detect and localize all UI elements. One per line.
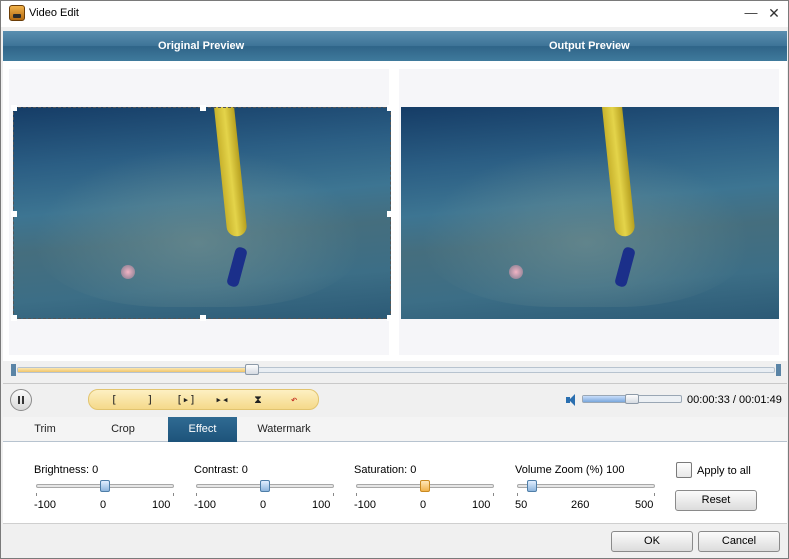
timeline-slider[interactable] bbox=[11, 364, 781, 376]
reset-button[interactable]: Reset bbox=[675, 490, 757, 511]
saturation-thumb[interactable] bbox=[420, 480, 430, 492]
edit-toolbar: [ ] [▸] ▸◂ ⧗ ↶ bbox=[88, 389, 319, 410]
volume-zoom-value: 100 bbox=[606, 464, 625, 476]
time-display: 00:00:33 / 00:01:49 bbox=[687, 394, 782, 406]
video-scene-flare bbox=[121, 265, 135, 279]
tab-crop[interactable]: Crop bbox=[93, 417, 153, 442]
apply-to-all-checkbox[interactable] bbox=[676, 462, 692, 478]
saturation-label: Saturation: 0 bbox=[354, 464, 416, 476]
brightness-label: Brightness: 0 bbox=[34, 464, 98, 476]
saturation-label-text: Saturation: bbox=[354, 464, 408, 476]
output-preview-label: Output Preview bbox=[549, 40, 630, 52]
merge-icon[interactable]: ⧗ bbox=[247, 392, 269, 408]
volume-zoom-thumb[interactable] bbox=[527, 480, 537, 492]
divider bbox=[3, 383, 787, 384]
pause-button[interactable] bbox=[10, 389, 32, 411]
apply-to-all-label[interactable]: Apply to all bbox=[697, 465, 751, 477]
saturation-control: Saturation: 0 -100 0 100 bbox=[354, 442, 504, 522]
ok-button[interactable]: OK bbox=[611, 531, 693, 552]
minimize-button[interactable]: — bbox=[741, 4, 761, 22]
original-video-frame bbox=[13, 107, 391, 319]
set-start-icon[interactable]: [ bbox=[103, 392, 125, 408]
preview-area bbox=[3, 61, 787, 361]
timeline-start-marker[interactable] bbox=[11, 364, 16, 376]
contrast-min: -100 bbox=[194, 499, 217, 511]
volume-thumb[interactable] bbox=[625, 394, 639, 404]
contrast-control: Contrast: 0 -100 0 100 bbox=[194, 442, 344, 522]
play-segment-icon[interactable]: [▸] bbox=[175, 392, 197, 408]
saturation-mid: 0 bbox=[420, 499, 427, 511]
timeline-track[interactable] bbox=[17, 367, 775, 373]
volume-zoom-label: Volume Zoom (%) 100 bbox=[515, 464, 624, 476]
contrast-max: 100 bbox=[312, 499, 331, 511]
volume-zoom-mid: 260 bbox=[571, 499, 590, 511]
video-scene-flare bbox=[509, 265, 523, 279]
brightness-thumb[interactable] bbox=[100, 480, 110, 492]
timeline-end-marker[interactable] bbox=[776, 364, 781, 376]
brightness-max: 100 bbox=[152, 499, 171, 511]
brightness-label-text: Brightness: bbox=[34, 464, 90, 476]
original-preview-label: Original Preview bbox=[158, 40, 245, 52]
contrast-slider[interactable] bbox=[196, 480, 334, 492]
undo-icon[interactable]: ↶ bbox=[283, 392, 305, 408]
volume-zoom-max: 500 bbox=[635, 499, 654, 511]
volume-zoom-label-text: Volume Zoom (%) bbox=[515, 464, 604, 476]
timeline-thumb[interactable] bbox=[245, 364, 259, 375]
contrast-thumb[interactable] bbox=[260, 480, 270, 492]
cancel-button[interactable]: Cancel bbox=[698, 531, 780, 552]
app-icon bbox=[9, 5, 25, 21]
contrast-mid: 0 bbox=[260, 499, 267, 511]
original-preview-pane bbox=[9, 69, 393, 355]
saturation-min: -100 bbox=[354, 499, 377, 511]
brightness-mid: 0 bbox=[100, 499, 107, 511]
volume-zoom-control: Volume Zoom (%) 100 50 260 500 bbox=[515, 442, 665, 522]
volume-zoom-ticks bbox=[517, 493, 655, 496]
brightness-value: 0 bbox=[92, 464, 99, 476]
window-title: Video Edit bbox=[29, 7, 79, 19]
contrast-label: Contrast: 0 bbox=[194, 464, 248, 476]
saturation-ticks bbox=[356, 493, 494, 496]
brightness-control: Brightness: 0 -100 0 100 bbox=[34, 442, 184, 522]
tab-trim[interactable]: Trim bbox=[15, 417, 75, 442]
tab-bar: Trim Crop Effect Watermark bbox=[3, 417, 787, 442]
speaker-icon[interactable] bbox=[565, 393, 579, 407]
volume-zoom-slider[interactable] bbox=[517, 480, 655, 492]
saturation-value: 0 bbox=[410, 464, 417, 476]
saturation-max: 100 bbox=[472, 499, 491, 511]
tab-watermark[interactable]: Watermark bbox=[245, 417, 323, 442]
saturation-slider[interactable] bbox=[356, 480, 494, 492]
contrast-label-text: Contrast: bbox=[194, 464, 239, 476]
set-end-icon[interactable]: ] bbox=[139, 392, 161, 408]
timeline-progress bbox=[18, 368, 253, 372]
volume-slider[interactable] bbox=[582, 394, 682, 404]
title-bar: Video Edit — ✕ bbox=[1, 1, 788, 27]
close-button[interactable]: ✕ bbox=[764, 4, 784, 22]
preview-header: Original Preview Output Preview bbox=[3, 31, 787, 61]
effect-panel: Brightness: 0 -100 0 100 Contrast: 0 -10… bbox=[3, 442, 787, 524]
brightness-ticks bbox=[36, 493, 174, 496]
output-video-frame bbox=[401, 107, 779, 319]
video-edit-window: Video Edit — ✕ Original Preview Output P… bbox=[0, 0, 789, 559]
volume-zoom-min: 50 bbox=[515, 499, 528, 511]
contrast-value: 0 bbox=[241, 464, 248, 476]
video-scene-land bbox=[33, 147, 363, 307]
video-scene-land bbox=[421, 147, 751, 307]
tab-effect[interactable]: Effect bbox=[168, 417, 237, 442]
contrast-ticks bbox=[196, 493, 334, 496]
output-preview-pane bbox=[399, 69, 779, 355]
brightness-min: -100 bbox=[34, 499, 57, 511]
split-icon[interactable]: ▸◂ bbox=[211, 392, 233, 408]
brightness-slider[interactable] bbox=[36, 480, 174, 492]
